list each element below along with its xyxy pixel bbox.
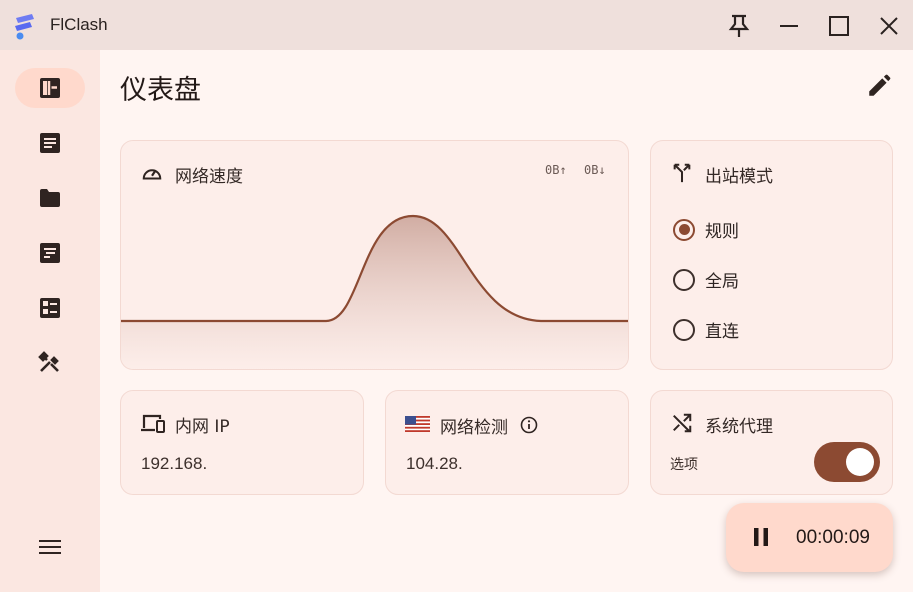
speed-chart: [121, 214, 628, 369]
radio-global[interactable]: [673, 268, 695, 291]
call-split-icon: [673, 163, 691, 183]
network-check-title: 网络检测: [440, 418, 508, 438]
dashboard-icon: [40, 78, 60, 98]
network-speed-title: 网络速度: [175, 167, 243, 187]
title-bar: FlClash: [0, 0, 913, 50]
us-flag-icon: [405, 416, 430, 432]
pin-icon: [728, 14, 750, 37]
flclash-logo-icon: [15, 14, 34, 40]
download-speed: 0B↓: [584, 163, 606, 177]
radio-rule[interactable]: [673, 218, 695, 241]
app-title: FlClash: [50, 15, 108, 34]
page-title: 仪表盘: [120, 75, 201, 106]
sidebar-item-requests[interactable]: [15, 233, 85, 273]
mode-option-rule[interactable]: 规则: [673, 217, 739, 242]
upload-speed: 0B↑: [545, 163, 567, 177]
system-proxy-toggle[interactable]: [814, 442, 880, 482]
close-button[interactable]: [874, 11, 904, 41]
system-proxy-option-label: 选项: [670, 457, 698, 473]
speed-area: [121, 216, 628, 369]
pin-button[interactable]: [724, 11, 754, 41]
menu-icon: [39, 540, 61, 554]
folder-icon: [40, 189, 60, 207]
maximize-button[interactable]: [824, 11, 854, 41]
tools-icon: [38, 351, 59, 372]
devices-icon: [141, 414, 165, 433]
mode-option-global[interactable]: 全局: [673, 267, 739, 292]
network-check-card: 网络检测 104.28.: [385, 390, 629, 495]
checklist-icon: [40, 298, 60, 318]
toggle-knob: [846, 448, 874, 476]
article-icon: [40, 133, 60, 153]
sidebar-item-tools[interactable]: [15, 343, 85, 383]
pause-icon: [754, 528, 768, 546]
intranet-ip-title: 内网 IP: [175, 417, 230, 437]
start-stop-button[interactable]: 00:00:09: [726, 503, 893, 572]
mode-option-direct[interactable]: 直连: [673, 317, 739, 342]
mode-label-rule: 规则: [705, 222, 739, 242]
info-icon[interactable]: [520, 416, 538, 434]
elapsed-time: 00:00:09: [796, 527, 870, 548]
menu-button[interactable]: [15, 527, 85, 567]
speedometer-icon: [142, 169, 162, 180]
sidebar-item-connections[interactable]: [15, 288, 85, 328]
network-check-value: 104.28.: [406, 454, 463, 473]
system-proxy-card: 系统代理 选项: [650, 390, 893, 495]
sidebar-item-profiles[interactable]: [15, 178, 85, 218]
outbound-mode-title: 出站模式: [705, 167, 773, 187]
intranet-ip-card: 内网 IP 192.168.: [120, 390, 364, 495]
intranet-ip-value: 192.168.: [141, 454, 208, 473]
close-icon: [880, 17, 898, 35]
notes-icon: [40, 243, 60, 263]
minimize-icon: [780, 25, 798, 27]
system-proxy-title: 系统代理: [705, 417, 773, 437]
edit-icon: [869, 74, 891, 96]
shuffle-icon: [673, 413, 692, 433]
sidebar-item-logs[interactable]: [15, 123, 85, 163]
outbound-mode-card: 出站模式 规则 全局 直连: [650, 140, 893, 370]
sidebar: [0, 50, 100, 592]
maximize-icon: [829, 16, 849, 36]
minimize-button[interactable]: [774, 11, 804, 41]
mode-label-direct: 直连: [705, 322, 739, 342]
radio-direct[interactable]: [673, 318, 695, 341]
network-speed-card: 网络速度 0B↑ 0B↓: [120, 140, 629, 370]
sidebar-item-dashboard[interactable]: [15, 68, 85, 108]
mode-label-global: 全局: [705, 272, 739, 292]
edit-button[interactable]: [864, 71, 894, 101]
